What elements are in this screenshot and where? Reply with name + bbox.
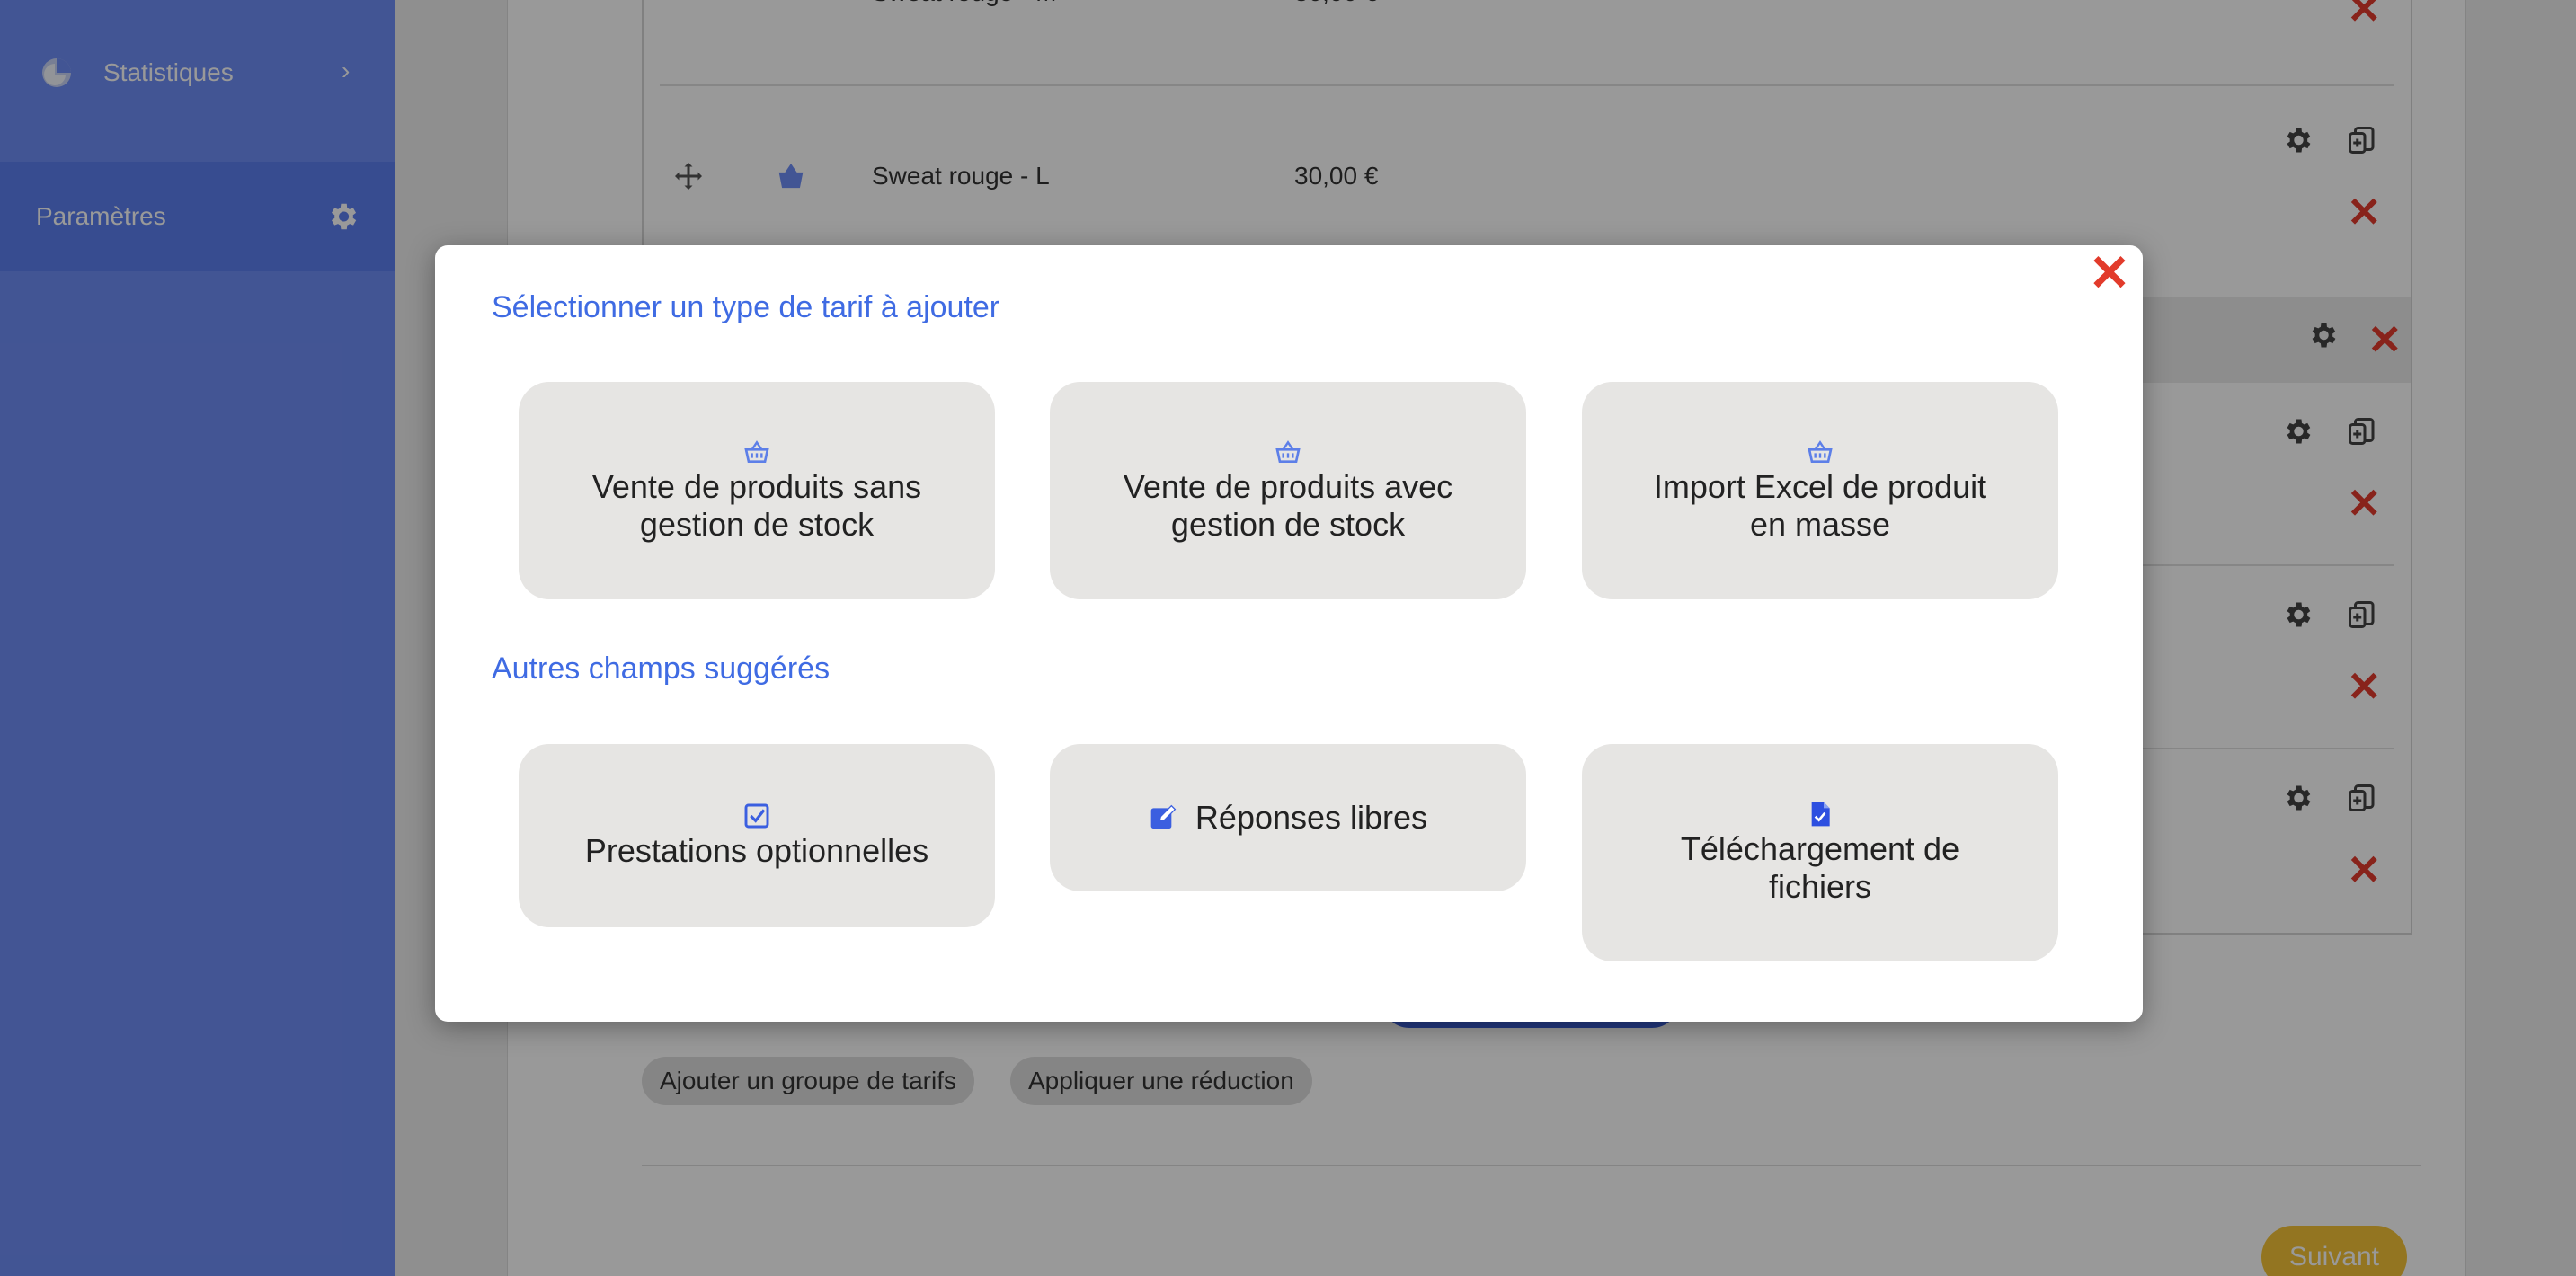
option-label-line1: Téléchargement de <box>1680 830 1960 867</box>
option-label-line1: Import Excel de produit <box>1653 468 1987 505</box>
suggested-fields-title: Autres champs suggérés <box>492 651 831 686</box>
basket-icon <box>744 440 769 463</box>
basket-icon <box>1808 440 1833 463</box>
tariff-type-modal: ✕ Sélectionner un type de tarif à ajoute… <box>435 245 2143 1022</box>
option-label-line1: Vente de produits avec <box>1123 468 1453 505</box>
option-products-with-stock[interactable]: Vente de produits avec gestion de stock <box>1050 382 1526 599</box>
option-label-line2: fichiers <box>1768 868 1872 905</box>
option-free-answers[interactable]: Réponses libres <box>1050 744 1526 891</box>
option-file-upload[interactable]: Téléchargement de fichiers <box>1582 744 2058 961</box>
option-label: Réponses libres <box>1195 799 1428 836</box>
checkbox-icon <box>744 803 769 829</box>
file-check-icon <box>1811 802 1830 827</box>
option-label-line1: Vente de produits sans <box>591 468 922 505</box>
basket-icon <box>1275 440 1301 463</box>
option-label-line2: en masse <box>1749 506 1891 543</box>
option-excel-import[interactable]: Import Excel de produit en masse <box>1582 382 2058 599</box>
close-icon[interactable]: ✕ <box>2087 248 2132 298</box>
option-label-line2: gestion de stock <box>639 506 875 543</box>
option-optional-services[interactable]: Prestations optionnelles <box>519 744 995 927</box>
edit-icon <box>1150 804 1177 829</box>
modal-title: Sélectionner un type de tarif à ajouter <box>492 290 1000 324</box>
option-label-line2: gestion de stock <box>1170 506 1406 543</box>
option-label: Prestations optionnelles <box>584 832 929 869</box>
option-products-no-stock[interactable]: Vente de produits sans gestion de stock <box>519 382 995 599</box>
